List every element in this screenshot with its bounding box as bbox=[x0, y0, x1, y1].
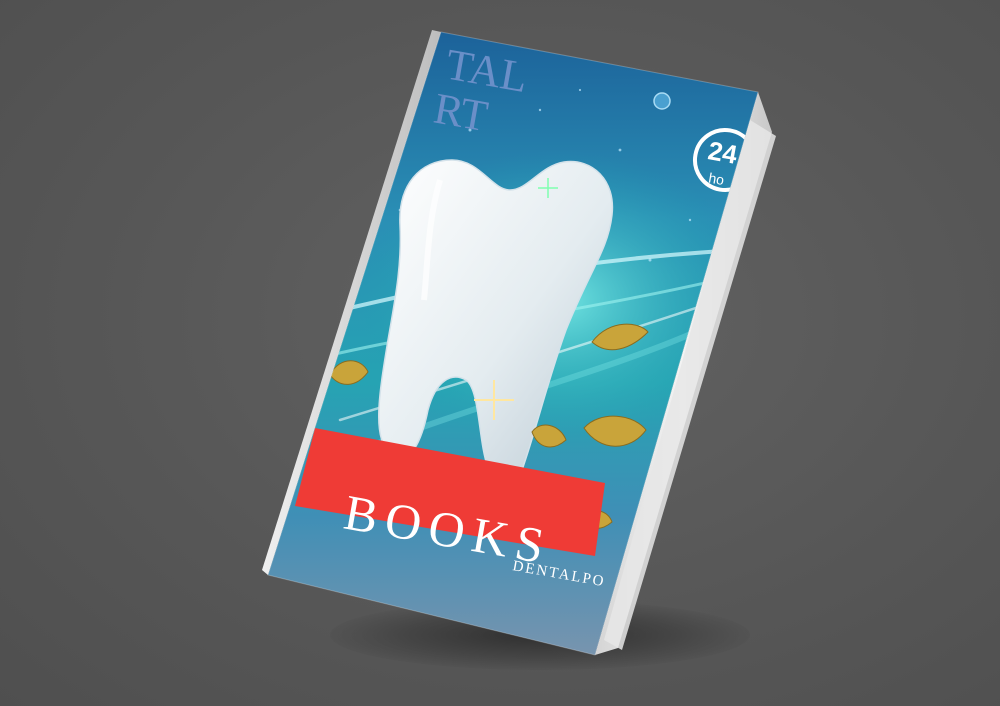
book-mockup: TAL RT 24 ho BOOKS DENTALPO bbox=[262, 30, 776, 656]
badge-number: 24 bbox=[706, 135, 740, 170]
masthead-line-2: RT bbox=[430, 84, 491, 142]
product-mockup-scene: TAL RT 24 ho BOOKS DENTALPO bbox=[0, 0, 1000, 706]
water-drop-icon bbox=[653, 92, 671, 110]
badge-unit: ho bbox=[707, 170, 725, 188]
